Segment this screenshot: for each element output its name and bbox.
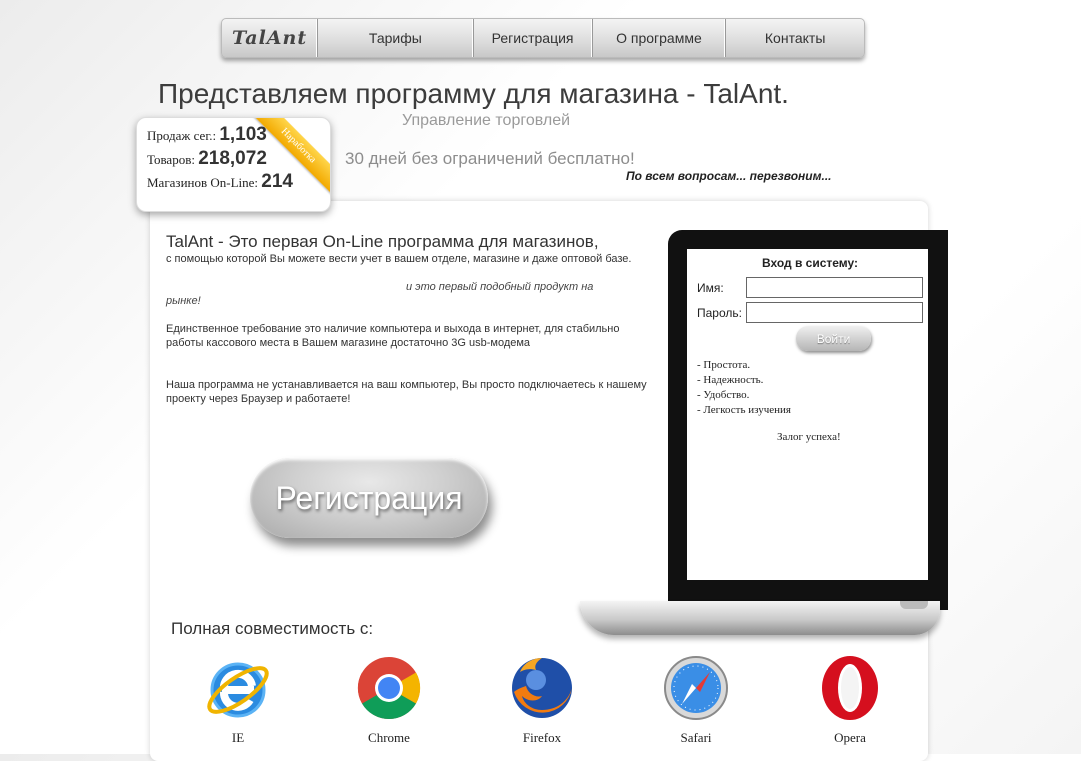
- register-button[interactable]: Регистрация: [250, 458, 488, 538]
- trial-offer: 30 дней без ограничений бесплатно!: [345, 149, 635, 168]
- stat-goods: Товаров: 218,072: [147, 148, 267, 170]
- password-label: Пароль:: [697, 306, 742, 320]
- ie-icon: [207, 662, 269, 718]
- page-subtitle: Управление торговлей: [402, 112, 571, 129]
- browser-chrome[interactable]: Chrome: [344, 652, 434, 746]
- chrome-icon: [357, 657, 421, 720]
- nav-item-about[interactable]: О программе: [593, 19, 727, 57]
- nav-item-contacts[interactable]: Контакты: [726, 19, 864, 57]
- browser-name: Safari: [680, 730, 712, 745]
- intro-title: TalAnt - Это первая On-Line программа дл…: [166, 232, 599, 251]
- requirement-text: Единственное требование это наличие комп…: [166, 323, 620, 349]
- browser-ie[interactable]: IE: [193, 652, 283, 746]
- stat-sales-value: 1,103: [219, 124, 267, 145]
- browser-name: IE: [231, 730, 245, 745]
- stat-shops-label: Магазинов On-Line:: [147, 175, 259, 190]
- browser-name: Opera: [834, 730, 866, 745]
- page-title: Представляем программу для магазина - Ta…: [158, 78, 789, 109]
- login-title: Вход в систему:: [761, 256, 859, 270]
- laptop-base: [580, 601, 940, 635]
- feature-item: - Легкость изучения: [697, 404, 791, 416]
- feature-item: - Удобство.: [697, 389, 750, 401]
- stat-goods-value: 218,072: [198, 148, 267, 169]
- name-label: Имя:: [697, 281, 724, 295]
- intro-text: с помощью которой Вы можете вести учет в…: [166, 253, 632, 265]
- stat-sales-label: Продаж сег.:: [147, 128, 217, 143]
- browser-name: Firefox: [522, 730, 562, 745]
- laptop-notch: [900, 601, 928, 609]
- stat-shops-value: 214: [261, 171, 293, 192]
- stats-widget: Продаж сег.: 1,103 Товаров: 218,072 Мага…: [136, 117, 331, 212]
- opera-icon: [822, 656, 878, 720]
- browser-name: Chrome: [368, 730, 410, 745]
- browser-firefox[interactable]: Firefox: [497, 652, 587, 746]
- browser-safari[interactable]: Safari: [651, 652, 741, 746]
- stat-sales: Продаж сег.: 1,103: [147, 124, 267, 146]
- feature-list: - Простота. - Надежность. - Удобство. - …: [697, 358, 791, 418]
- nav-logo[interactable]: TalAnt: [222, 19, 319, 57]
- feature-item: - Простота.: [697, 359, 751, 371]
- first-product-note: и это первый подобный продукт на: [406, 281, 594, 293]
- callback-note: По всем вопросам... перезвоним...: [626, 169, 832, 183]
- slogan: Залог успеха!: [777, 431, 841, 443]
- compat-title: Полная совместимость с:: [171, 619, 374, 638]
- nav-item-tariffs[interactable]: Тарифы: [318, 19, 474, 57]
- stat-shops: Магазинов On-Line: 214: [147, 171, 293, 193]
- feature-item: - Надежность.: [697, 374, 764, 386]
- name-input[interactable]: [746, 277, 923, 298]
- browser-note: Наша программа не устанавливается на ваш…: [166, 379, 647, 405]
- browser-opera[interactable]: Opera: [805, 652, 895, 746]
- firefox-icon: [512, 658, 572, 718]
- top-nav: TalAnt Тарифы Регистрация О программе Ко…: [221, 18, 865, 58]
- safari-icon: [664, 656, 728, 720]
- first-product-note-end: рынке!: [166, 295, 201, 307]
- stat-goods-label: Товаров:: [147, 152, 195, 167]
- login-button[interactable]: Войти: [796, 326, 871, 351]
- nav-item-registration[interactable]: Регистрация: [474, 19, 593, 57]
- password-input[interactable]: [746, 302, 923, 323]
